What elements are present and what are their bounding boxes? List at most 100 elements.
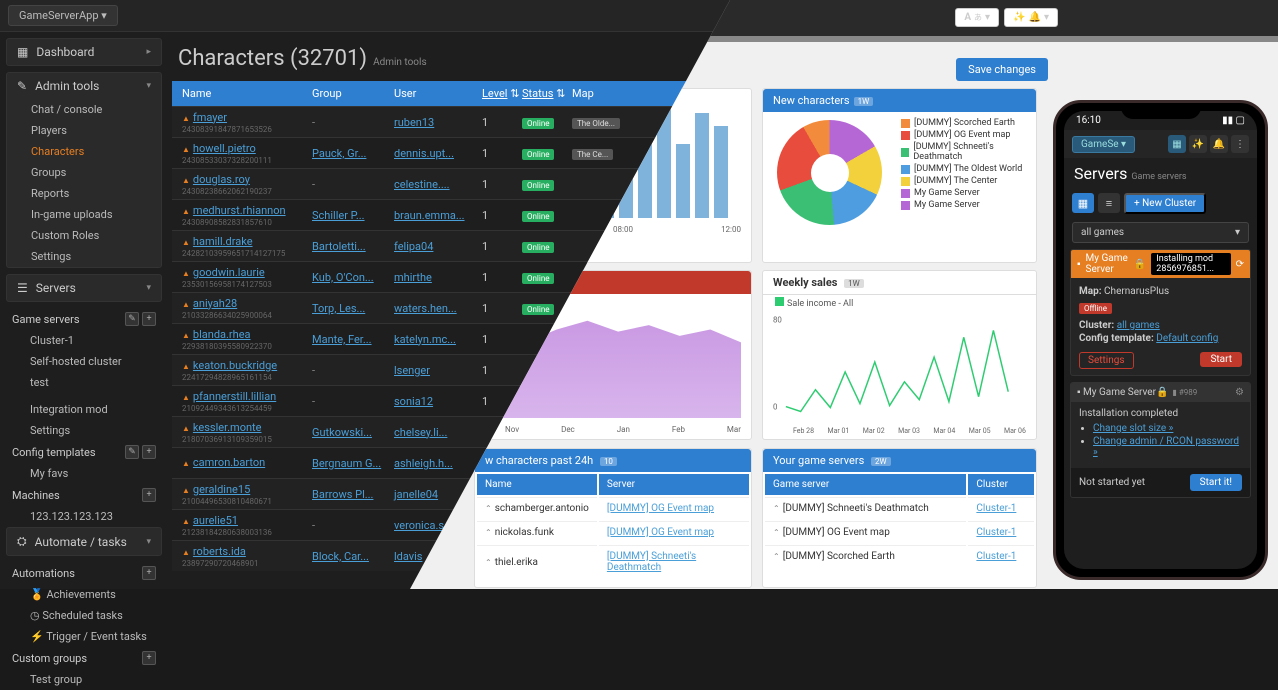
user-link[interactable]: felipa04: [394, 240, 433, 253]
table-row[interactable]: ⌃[DUMMY] OG Event mapCluster-1: [765, 521, 1034, 543]
nav-admin-tools[interactable]: ✎Admin tools▾: [7, 73, 161, 99]
table-row[interactable]: ⌃thiel.erika[DUMMY] Schneeti's Deathmatc…: [477, 545, 749, 578]
phone-app-switcher[interactable]: GameSe ▾: [1072, 136, 1135, 153]
server-link[interactable]: [DUMMY] OG Event map: [607, 527, 714, 538]
table-row[interactable]: ⌃[DUMMY] Schneeti's DeathmatchCluster-1: [765, 497, 1034, 519]
user-link[interactable]: ashleigh.h...: [394, 457, 453, 470]
col-server[interactable]: Server: [599, 474, 749, 495]
character-link[interactable]: douglas.roy: [193, 173, 250, 186]
nav-test[interactable]: test: [6, 372, 162, 393]
add-icon[interactable]: +: [142, 566, 156, 580]
user-link[interactable]: lsenger: [394, 364, 430, 377]
col-status[interactable]: Status ⇅: [522, 87, 572, 100]
nav-characters[interactable]: Characters: [7, 141, 161, 162]
col-name[interactable]: Name: [182, 87, 312, 100]
character-link[interactable]: medhurst.rhiannon: [193, 204, 286, 217]
character-link[interactable]: roberts.ida: [193, 545, 246, 558]
user-link[interactable]: sonia12: [394, 395, 433, 408]
nav-testgroup[interactable]: Test group: [6, 669, 162, 690]
cluster-link[interactable]: Cluster-1: [976, 503, 1016, 514]
server-link[interactable]: [DUMMY] Schneeti's Deathmatch: [607, 551, 696, 573]
user-link[interactable]: braun.emma...: [394, 209, 465, 222]
menu-icon[interactable]: ⋮: [1231, 135, 1249, 153]
nav-groups[interactable]: Groups: [7, 162, 161, 183]
col-user[interactable]: User: [394, 87, 482, 100]
group-link[interactable]: Bergnaum G...: [312, 457, 381, 470]
character-link[interactable]: camron.barton: [193, 456, 265, 469]
nav-reports[interactable]: Reports: [7, 183, 161, 204]
user-link[interactable]: dennis.upt...: [394, 147, 454, 160]
group-link[interactable]: Kub, O'Con...: [312, 271, 374, 284]
magic-button[interactable]: ✨🔔 ▾: [1004, 8, 1058, 27]
wand-icon[interactable]: ✨: [1189, 135, 1207, 153]
group-link[interactable]: Barrows Pl...: [312, 488, 373, 501]
nav-favs[interactable]: My favs: [6, 463, 162, 484]
cluster-link[interactable]: all games: [1117, 320, 1160, 331]
add-icon[interactable]: +: [142, 312, 156, 326]
refresh-icon[interactable]: ⟳: [1236, 259, 1244, 270]
nav-servers[interactable]: ☰Servers▾: [7, 275, 161, 301]
character-link[interactable]: hamill.drake: [193, 235, 253, 248]
character-link[interactable]: geraldine15: [193, 483, 250, 496]
save-button[interactable]: Save changes: [956, 58, 1048, 81]
change-slot-link[interactable]: Change slot size »: [1093, 423, 1173, 434]
character-link[interactable]: kessler.monte: [193, 421, 262, 434]
character-link[interactable]: fmayer: [193, 111, 227, 124]
nav-scheduled[interactable]: ◷ Scheduled tasks: [6, 605, 162, 626]
nav-roles[interactable]: Custom Roles: [7, 225, 161, 246]
nav-settings[interactable]: Settings: [7, 246, 161, 267]
character-link[interactable]: goodwin.laurie: [193, 266, 265, 279]
gear-icon[interactable]: ⚙: [1235, 387, 1244, 398]
nav-cluster1[interactable]: Cluster-1: [6, 330, 162, 351]
config-link[interactable]: Default config: [1156, 333, 1218, 344]
character-link[interactable]: aurelie51: [193, 514, 238, 527]
group-link[interactable]: Torp, Les...: [312, 302, 365, 315]
character-link[interactable]: howell.pietro: [193, 142, 256, 155]
user-link[interactable]: janelle04: [394, 488, 438, 501]
group-link[interactable]: Gutkowski...: [312, 426, 372, 439]
user-link[interactable]: katelyn.mc...: [394, 333, 456, 346]
col-map[interactable]: Map: [572, 87, 632, 100]
nav-trigger[interactable]: ⚡ Trigger / Event tasks: [6, 626, 162, 647]
add-icon[interactable]: +: [142, 445, 156, 459]
grid-view-icon[interactable]: ▦: [1072, 193, 1094, 213]
col-name[interactable]: Name: [477, 474, 597, 495]
new-cluster-button[interactable]: + New Cluster: [1124, 193, 1206, 214]
group-link[interactable]: Bartoletti...: [312, 240, 366, 253]
nav-dashboard[interactable]: ▦Dashboard▸: [7, 39, 161, 65]
cluster-link[interactable]: Cluster-1: [976, 551, 1016, 562]
user-link[interactable]: ruben13: [394, 116, 434, 129]
group-link[interactable]: Block, Car...: [312, 550, 369, 563]
user-link[interactable]: waters.hen...: [394, 302, 457, 315]
game-filter-select[interactable]: all games▾: [1072, 222, 1249, 243]
col-cluster[interactable]: Cluster: [968, 474, 1034, 495]
lang-button[interactable]: Aあ ▾: [955, 8, 999, 27]
group-link[interactable]: Mante, Fer...: [312, 333, 372, 346]
user-link[interactable]: mhirthe: [394, 271, 432, 284]
group-link[interactable]: Pauck, Gr...: [312, 147, 366, 160]
start-button[interactable]: Start: [1200, 352, 1242, 367]
group-link[interactable]: Schiller P...: [312, 209, 365, 222]
edit-icon[interactable]: ✎: [125, 445, 139, 459]
nav-chat[interactable]: Chat / console: [7, 99, 161, 120]
app-switcher[interactable]: GameServerApp ▾: [8, 5, 118, 26]
col-level[interactable]: Level ⇅: [482, 87, 522, 100]
character-link[interactable]: aniyah28: [193, 297, 237, 310]
col-group[interactable]: Group: [312, 87, 394, 100]
server-link[interactable]: [DUMMY] OG Event map: [607, 503, 714, 514]
add-icon[interactable]: +: [142, 488, 156, 502]
user-link[interactable]: celestine....: [394, 178, 450, 191]
grid-icon[interactable]: ▦: [1168, 135, 1186, 153]
change-password-link[interactable]: Change admin / RCON password »: [1093, 436, 1239, 458]
user-link[interactable]: chelsey.li...: [394, 426, 447, 439]
table-row[interactable]: ⌃[DUMMY] Scorched EarthCluster-1: [765, 545, 1034, 567]
table-row[interactable]: ⌃schamberger.antonio[DUMMY] OG Event map: [477, 497, 749, 519]
character-link[interactable]: pfannerstill.lillian: [193, 390, 276, 403]
nav-uploads[interactable]: In-game uploads: [7, 204, 161, 225]
edit-icon[interactable]: ✎: [125, 312, 139, 326]
start-it-button[interactable]: Start it!: [1190, 474, 1242, 491]
add-icon[interactable]: +: [142, 651, 156, 665]
nav-automate[interactable]: ⛭Automate / tasks▾: [7, 528, 161, 555]
character-link[interactable]: keaton.buckridge: [193, 359, 277, 372]
nav-machine-ip[interactable]: 123.123.123.123: [6, 506, 162, 527]
